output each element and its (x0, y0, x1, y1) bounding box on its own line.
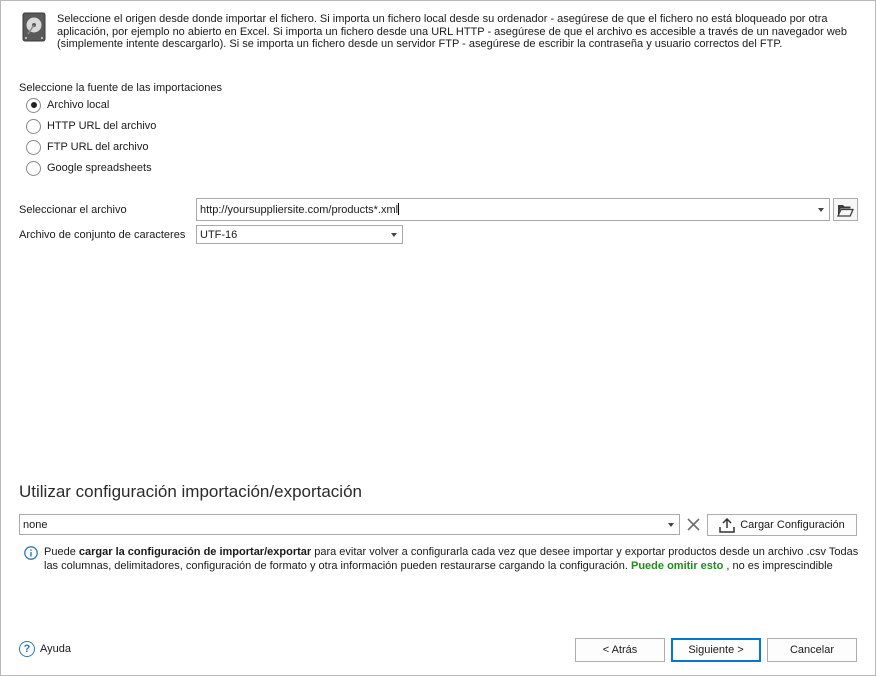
charset-value: UTF-16 (200, 228, 238, 241)
radio-http-url[interactable]: HTTP URL del archivo (26, 118, 156, 134)
radio-circle (26, 118, 41, 134)
charset-label: Archivo de conjunto de caracteres (19, 229, 186, 241)
config-title: Utilizar configuración importación/expor… (19, 482, 362, 501)
folder-open-icon (837, 204, 854, 217)
help-link[interactable]: ? Ayuda (19, 641, 71, 657)
chevron-down-icon[interactable] (663, 515, 679, 534)
radio-circle (26, 160, 41, 176)
config-info-text: Puede cargar la configuración de importa… (44, 546, 859, 572)
radio-ftp-url[interactable]: FTP URL del archivo (26, 139, 148, 155)
source-label: Seleccione la fuente de las importacione… (19, 82, 223, 94)
radio-archivo-local[interactable]: Archivo local (26, 97, 109, 113)
load-config-label: Cargar Configuración (740, 519, 845, 531)
radio-label: Archivo local (47, 99, 110, 111)
next-button[interactable]: Siguiente > (671, 638, 761, 662)
radio-label: Google spreadsheets (47, 162, 152, 174)
radio-label: FTP URL del archivo (47, 141, 149, 153)
radio-google-spreadsheets[interactable]: Google spreadsheets (26, 160, 152, 176)
config-info-bold: cargar la configuración de importar/expo… (78, 546, 312, 558)
upload-icon (719, 517, 735, 533)
chevron-down-icon[interactable] (813, 199, 829, 220)
cancel-button[interactable]: Cancelar (767, 638, 857, 662)
help-icon: ? (19, 641, 35, 657)
close-icon[interactable] (683, 514, 704, 535)
charset-select[interactable]: UTF-16 (196, 225, 403, 244)
load-config-button[interactable]: Cargar Configuración (707, 514, 857, 536)
back-button[interactable]: < Atrás (575, 638, 665, 662)
file-label: Seleccionar el archivo (19, 204, 127, 216)
config-select[interactable]: none (19, 514, 680, 535)
radio-label: HTTP URL del archivo (47, 120, 157, 132)
chevron-down-icon[interactable] (386, 226, 402, 243)
info-icon (24, 546, 38, 560)
radio-circle (26, 97, 41, 113)
hard-drive-icon (22, 12, 46, 42)
file-input[interactable]: http://yoursuppliersite.com/products*.xm… (197, 203, 813, 216)
file-combobox[interactable]: http://yoursuppliersite.com/products*.xm… (196, 198, 830, 221)
skip-hint: Puede omitir esto (631, 559, 724, 572)
wizard-window (0, 0, 876, 676)
header-description: Seleccione el origen desde donde importa… (57, 13, 848, 50)
browse-button[interactable] (833, 198, 858, 221)
radio-circle (26, 139, 41, 155)
help-label: Ayuda (40, 643, 71, 655)
config-value: none (23, 518, 48, 531)
